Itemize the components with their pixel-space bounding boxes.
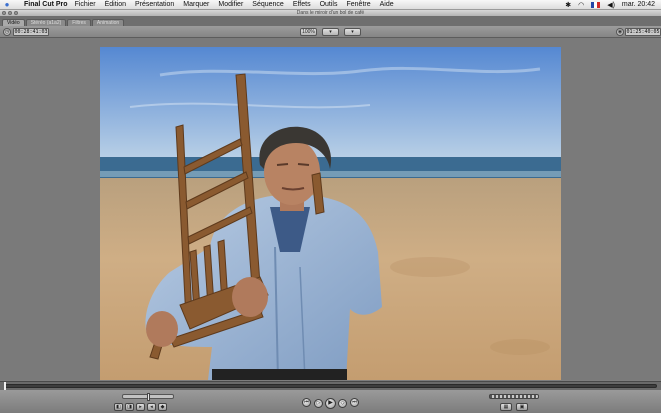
play-button[interactable]: ▶ <box>325 398 336 409</box>
viewer-toolbar: ◷ 00:28:41:03 100% ▾ ▾ ◉ 01:25:40:05 <box>0 26 661 38</box>
scrubber-track[interactable] <box>4 384 657 388</box>
playhead-sync-icon[interactable]: ◉ <box>616 28 624 36</box>
clock-icon: ◷ <box>3 28 11 36</box>
add-marker-button[interactable]: ◆ <box>158 403 167 411</box>
menu-effets[interactable]: Effets <box>293 1 311 8</box>
match-frame-icon[interactable]: ▦ <box>500 403 512 411</box>
jog-wheel[interactable] <box>489 394 539 399</box>
marker-in-button[interactable]: ▸ <box>136 403 145 411</box>
shuttle-control[interactable] <box>122 393 174 401</box>
menu-modifier[interactable]: Modifier <box>218 1 243 8</box>
menu-fichier[interactable]: Fichier <box>75 1 96 8</box>
tab-filtres[interactable]: Filtres <box>67 19 91 26</box>
window-titlebar[interactable]: Dans le miroir d'un bol de café <box>0 10 661 17</box>
wifi-icon[interactable]: ◠ <box>578 1 584 9</box>
menu-presentation[interactable]: Présentation <box>135 1 174 8</box>
zoom-button[interactable] <box>14 11 18 15</box>
apple-icon[interactable]: ● <box>0 0 14 9</box>
view-popup[interactable]: ▾ <box>322 28 339 36</box>
zoom-popup[interactable]: 100% <box>300 28 317 36</box>
volume-icon[interactable]: ◀) <box>607 1 615 9</box>
next-edit-button[interactable]: ⏭ <box>350 398 359 407</box>
previous-edit-button[interactable]: ⏮ <box>302 398 311 407</box>
minimize-button[interactable] <box>8 11 12 15</box>
menu-aide[interactable]: Aide <box>380 1 394 8</box>
canvas-area <box>0 38 661 380</box>
menu-app-name[interactable]: Final Cut Pro <box>24 1 68 8</box>
tab-video[interactable]: Vidéo <box>2 19 25 26</box>
menu-marquer[interactable]: Marquer <box>183 1 209 8</box>
menu-edition[interactable]: Édition <box>105 1 126 8</box>
tab-animation[interactable]: Animation <box>91 19 125 26</box>
close-button[interactable] <box>2 11 6 15</box>
menu-clock[interactable]: mar. 20:42 <box>622 1 655 8</box>
duration-timecode[interactable]: 00:28:41:03 <box>13 28 49 36</box>
out-point-button[interactable]: ◨ <box>125 403 134 411</box>
transport-controls: ◧ ◨ ▸ ◂ ◆ ⏮ ▷ ▶ ◇ ⏭ ▦ ▣ <box>0 390 661 413</box>
menu-outils[interactable]: Outils <box>320 1 338 8</box>
video-image <box>100 47 561 380</box>
menu-sequence[interactable]: Séquence <box>252 1 284 8</box>
menu-bar: ● Final Cut Pro Fichier Édition Présenta… <box>0 0 661 10</box>
video-frame[interactable] <box>100 47 561 380</box>
window-title: Dans le miroir d'un bol de café <box>296 10 365 16</box>
play-in-to-out-button[interactable]: ▷ <box>314 399 323 408</box>
scrubber-bar[interactable] <box>0 381 661 391</box>
marker-out-button[interactable]: ◂ <box>147 403 156 411</box>
marker-icon[interactable]: ▣ <box>516 403 528 411</box>
current-timecode[interactable]: 01:25:40:05 <box>625 28 661 36</box>
tab-stereo[interactable]: Stéréo (a1a2) <box>25 19 67 26</box>
viewer-window: Dans le miroir d'un bol de café Vidéo St… <box>0 10 661 413</box>
in-point-button[interactable]: ◧ <box>114 403 123 411</box>
bluetooth-icon[interactable]: ✱ <box>565 1 571 9</box>
overlay-popup[interactable]: ▾ <box>344 28 361 36</box>
play-around-button[interactable]: ◇ <box>338 399 347 408</box>
shuttle-knob[interactable] <box>147 393 150 401</box>
menu-fenetre[interactable]: Fenêtre <box>347 1 371 8</box>
viewer-tabs: Vidéo Stéréo (a1a2) Filtres Animation <box>0 17 661 26</box>
french-flag-icon[interactable] <box>591 1 601 8</box>
